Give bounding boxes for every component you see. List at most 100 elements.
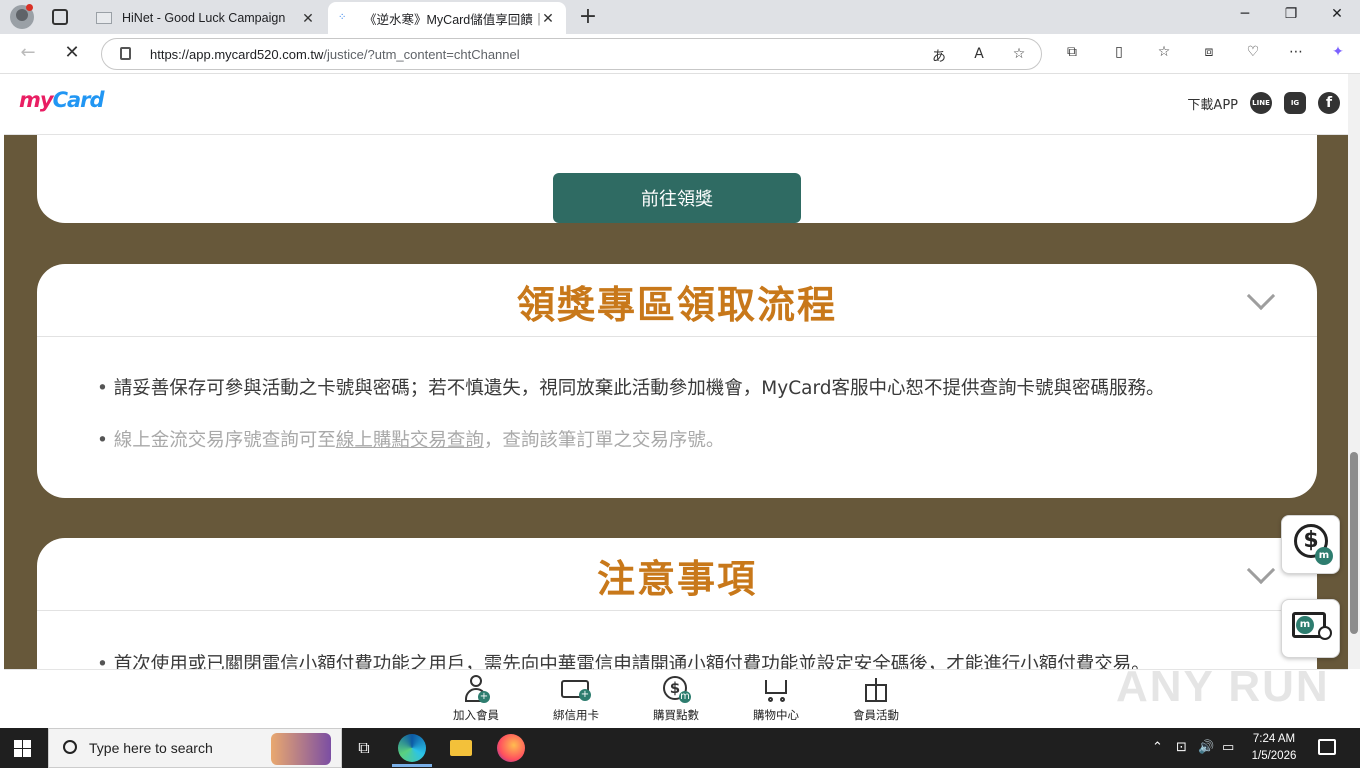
site-header: myCard 下載APP LINE IG f xyxy=(4,74,1348,135)
more-menu-icon[interactable]: ⋯ xyxy=(1284,44,1308,60)
facebook-icon[interactable]: f xyxy=(1318,92,1340,114)
address-bar[interactable]: https://app.mycard520.com.tw/justice/?ut… xyxy=(101,38,1042,70)
nav-label: 加入會員 xyxy=(453,708,499,722)
anyrun-watermark: ANY RUN xyxy=(1116,662,1330,711)
transaction-query-link[interactable]: 線上購點交易查詢 xyxy=(336,430,484,451)
list-item-text: ，查詢該筆訂單之交易序號。 xyxy=(483,430,725,451)
site-info-lock-icon[interactable] xyxy=(120,47,131,60)
claim-card: 前往領獎 xyxy=(37,135,1317,223)
copilot-icon[interactable]: ✦ xyxy=(1326,44,1350,60)
tab-title: 《逆水寒》MyCard儲值享回饋｜My xyxy=(364,12,540,27)
nav-label: 綁信用卡 xyxy=(553,708,599,722)
list-item-text: 線上金流交易序號查詢可至 xyxy=(113,430,336,451)
claim-process-card: 領獎專區領取流程 請妥善保存可參與活動之卡號與密碼；若不慎遺失，視同放棄此活動參… xyxy=(37,264,1317,498)
collections-icon[interactable]: ⧈ xyxy=(1197,44,1221,60)
task-view-icon[interactable]: ⧉ xyxy=(350,734,378,762)
download-app-link[interactable]: 下載APP xyxy=(1187,94,1238,113)
favorite-star-icon[interactable]: ☆ xyxy=(1008,46,1030,62)
nav-label: 會員活動 xyxy=(853,708,899,722)
mycard-badge-icon: m xyxy=(1296,616,1314,634)
buy-points-float-button[interactable]: $ m xyxy=(1281,515,1340,574)
list-item: 線上金流交易序號查詢可至線上購點交易查詢，查詢該筆訂單之交易序號。 xyxy=(97,428,1277,454)
tab-hinet[interactable]: HiNet - Good Luck Campaign ✕ xyxy=(86,2,326,34)
logo-part-card: Card xyxy=(52,88,105,112)
member-service-float-button[interactable]: m xyxy=(1281,599,1340,658)
list-item: 請妥善保存可參與活動之卡號與密碼；若不慎遺失，視同放棄此活動參加機會，MyCar… xyxy=(97,376,1277,402)
notes-card: 注意事項 首次使用或已關閉電信小額付費功能之用戶，需先向中華電信申請開通小額付費… xyxy=(37,538,1317,669)
section-title: 注意事項 xyxy=(596,557,757,601)
mycard-badge-icon: m xyxy=(1315,547,1333,565)
browser-toolbar: ← ✕ https://app.mycard520.com.tw/justice… xyxy=(0,34,1360,74)
file-explorer-icon[interactable] xyxy=(448,734,476,762)
stop-loading-icon[interactable]: ✕ xyxy=(60,42,84,63)
language-icon[interactable]: ▭ xyxy=(1222,740,1234,755)
nav-member-events[interactable]: 會員活動 xyxy=(836,674,916,723)
restore-icon[interactable]: ❐ xyxy=(1276,6,1306,22)
go-claim-button[interactable]: 前往領獎 xyxy=(553,173,801,223)
section-title: 領獎專區領取流程 xyxy=(516,283,837,327)
edge-active-indicator xyxy=(392,764,432,767)
favorites-icon[interactable]: ☆ xyxy=(1152,44,1176,60)
divider xyxy=(37,610,1317,611)
url-path: /justice/?utm_content=chtChannel xyxy=(323,47,520,62)
page-scrollbar-thumb[interactable] xyxy=(1350,452,1358,634)
tab-mycard[interactable]: ⁘ 《逆水寒》MyCard儲值享回饋｜My ✕ xyxy=(328,2,566,34)
split-screen-icon[interactable]: ▯ xyxy=(1107,44,1131,60)
search-highlight-image xyxy=(271,733,331,765)
notifications-icon[interactable] xyxy=(1318,739,1336,755)
tab-close-icon[interactable]: ✕ xyxy=(540,10,556,27)
list-item: 首次使用或已關閉電信小額付費功能之用戶，需先向中華電信申請開通小額付費功能並設定… xyxy=(97,652,1277,669)
back-icon[interactable]: ← xyxy=(16,42,40,63)
line-icon[interactable]: LINE xyxy=(1250,92,1272,114)
nav-bind-credit-card[interactable]: + 綁信用卡 xyxy=(536,674,616,723)
search-placeholder: Type here to search xyxy=(89,740,213,756)
windows-taskbar: Type here to search ⧉ ⌃ ⊡ 🔊 ▭ 7:24 AM 1/… xyxy=(0,728,1360,768)
url-text[interactable]: https://app.mycard520.com.tw/justice/?ut… xyxy=(150,47,520,62)
firefox-icon[interactable] xyxy=(497,734,525,762)
notes-list: 首次使用或已關閉電信小額付費功能之用戶，需先向中華電信申請開通小額付費功能並設定… xyxy=(97,652,1277,669)
dollar-coin-icon: $ m xyxy=(661,674,691,704)
nav-shopping-center[interactable]: 購物中心 xyxy=(736,674,816,723)
logo-part-my: my xyxy=(19,88,54,112)
read-aloud-icon[interactable]: A xyxy=(968,46,990,62)
hinet-favicon-icon xyxy=(96,12,112,24)
shopping-cart-icon xyxy=(761,674,791,704)
window-close-icon[interactable]: ✕ xyxy=(1322,6,1352,22)
claim-process-list: 請妥善保存可參與活動之卡號與密碼；若不慎遺失，視同放棄此活動參加機會，MyCar… xyxy=(97,376,1277,480)
mycard-logo[interactable]: myCard xyxy=(19,88,105,112)
nav-buy-points[interactable]: $ m 購買點數 xyxy=(636,674,716,723)
loading-favicon-icon: ⁘ xyxy=(338,12,354,24)
nav-label: 購物中心 xyxy=(753,708,799,722)
clock-time: 7:24 AM xyxy=(1252,733,1296,745)
new-tab-icon[interactable]: + xyxy=(578,4,598,29)
nav-join-member[interactable]: + 加入會員 xyxy=(436,674,516,723)
browser-tab-bar: HiNet - Good Luck Campaign ✕ ⁘ 《逆水寒》MyCa… xyxy=(0,0,1360,34)
taskbar-search-box[interactable]: Type here to search xyxy=(48,728,342,768)
instagram-icon[interactable]: IG xyxy=(1284,92,1306,114)
divider xyxy=(37,336,1317,337)
volume-icon[interactable]: 🔊 xyxy=(1198,740,1214,755)
translate-icon[interactable]: あ xyxy=(928,46,950,66)
person-icon xyxy=(1318,626,1332,640)
header-links: 下載APP LINE IG f xyxy=(1187,92,1340,114)
tab-title: HiNet - Good Luck Campaign xyxy=(122,11,286,25)
windows-start-icon[interactable] xyxy=(14,740,31,757)
user-add-icon: + xyxy=(461,674,491,704)
credit-card-icon: + xyxy=(561,674,591,704)
extensions-icon[interactable]: ⧉ xyxy=(1060,44,1084,60)
minimize-icon[interactable]: ─ xyxy=(1230,6,1260,22)
page-background: 前往領獎 領獎專區領取流程 請妥善保存可參與活動之卡號與密碼；若不慎遺失，視同放… xyxy=(4,135,1348,669)
clock-date: 1/5/2026 xyxy=(1251,750,1297,762)
tab-actions-icon[interactable] xyxy=(52,9,68,25)
url-host: https://app.mycard520.com.tw xyxy=(150,47,324,62)
tab-close-icon[interactable]: ✕ xyxy=(300,10,316,27)
gift-icon xyxy=(861,674,891,704)
profile-notification-dot xyxy=(26,4,33,11)
search-icon xyxy=(63,740,77,754)
browser-essentials-icon[interactable]: ♡ xyxy=(1241,44,1265,60)
edge-icon[interactable] xyxy=(398,734,426,762)
network-icon[interactable]: ⊡ xyxy=(1176,740,1187,755)
nav-label: 購買點數 xyxy=(653,708,699,722)
tray-chevron-up-icon[interactable]: ⌃ xyxy=(1152,740,1163,755)
taskbar-clock[interactable]: 7:24 AM 1/5/2026 xyxy=(1238,731,1310,765)
